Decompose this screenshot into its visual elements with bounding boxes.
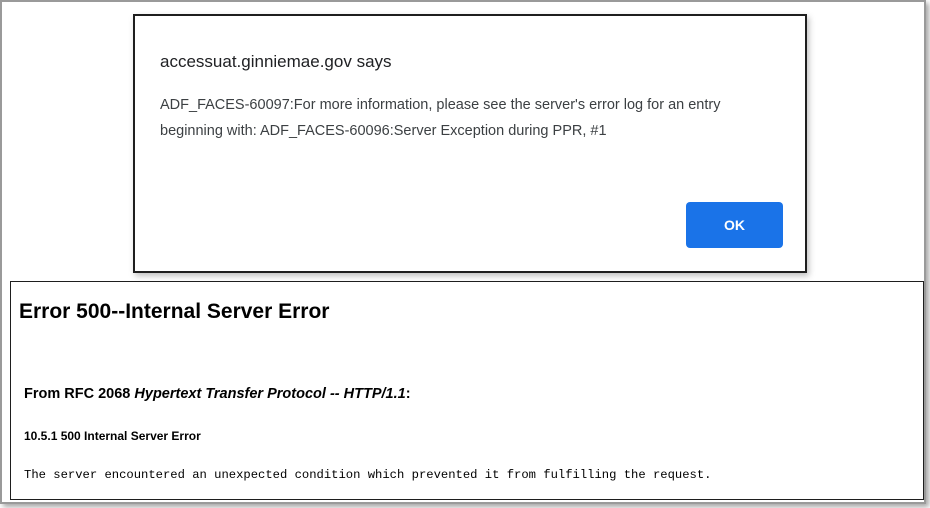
rfc-reference: From RFC 2068 Hypertext Transfer Protoco… (24, 386, 411, 402)
dialog-message: ADF_FACES-60097:For more information, pl… (160, 97, 721, 139)
section-heading: 10.5.1 500 Internal Server Error (24, 429, 201, 443)
error-title: Error 500--Internal Server Error (19, 300, 330, 323)
rfc-protocol-name: Hypertext Transfer Protocol -- HTTP/1.1 (134, 386, 406, 402)
dialog-title: accessuat.ginniemae.gov says (160, 52, 392, 71)
alert-dialog: accessuat.ginniemae.gov says ADF_FACES-6… (133, 14, 807, 273)
ok-button[interactable]: OK (686, 202, 783, 248)
error-description: The server encountered an unexpected con… (24, 468, 712, 482)
rfc-suffix: : (405, 386, 411, 402)
error-page: Error 500--Internal Server Error From RF… (10, 281, 924, 500)
rfc-prefix: From RFC 2068 (24, 386, 135, 402)
